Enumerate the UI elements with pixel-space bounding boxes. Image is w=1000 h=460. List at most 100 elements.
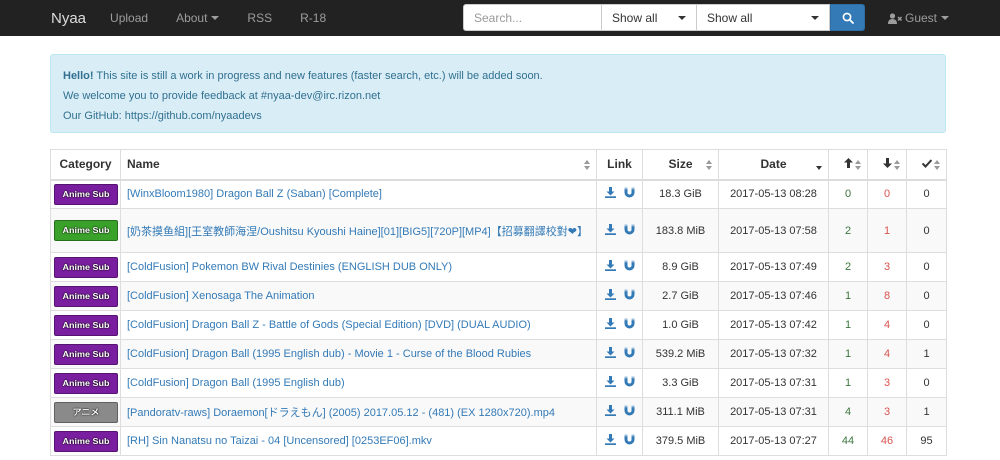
table-row: Anime Sub [ColdFusion] Dragon Ball (1995 … <box>50 339 947 369</box>
seeders-cell: 2 <box>828 208 868 253</box>
nav-about[interactable]: About <box>176 11 220 25</box>
link-cell <box>596 426 643 456</box>
name-cell: [Pandoratv-raws] Doraemon[ドラえもん] (2005) … <box>120 397 597 427</box>
torrent-link[interactable]: [WinxBloom1980] Dragon Ball Z (Saban) [C… <box>127 188 382 200</box>
completed-cell: 0 <box>906 179 947 209</box>
size-cell: 311.1 MiB <box>642 397 719 427</box>
download-icon[interactable] <box>604 187 616 201</box>
alert-line-2: We welcome you to provide feedback at #n… <box>63 90 381 102</box>
category-label: Anime Sub <box>62 377 110 388</box>
header-date[interactable]: Date <box>718 149 829 181</box>
torrent-link[interactable]: [RH] Sin Nanatsu no Taizai - 04 [Uncenso… <box>127 435 432 447</box>
header-category[interactable]: Category <box>50 149 121 181</box>
category-label: アニメ <box>72 406 100 417</box>
table-row: Anime Sub [奶茶摸鱼組][王室教師海涅/Oushitsu Kyoushi… <box>50 208 947 253</box>
completed-cell: 0 <box>906 368 947 398</box>
magnet-icon[interactable] <box>624 434 635 448</box>
nav-rss[interactable]: RSS <box>247 11 272 25</box>
date-cell: 2017-05-13 07:49 <box>718 252 829 282</box>
magnet-icon[interactable] <box>624 405 635 419</box>
chevron-down-icon <box>941 16 950 20</box>
header-seeders[interactable] <box>828 149 868 181</box>
completed-cell: 0 <box>906 310 947 340</box>
torrent-link[interactable]: [ColdFusion] Dragon Ball (1995 English d… <box>127 377 345 389</box>
completed-cell: 0 <box>906 252 947 282</box>
category-badge[interactable]: Anime Sub <box>54 343 118 365</box>
magnet-icon[interactable] <box>624 289 635 303</box>
category-badge[interactable]: Anime Sub <box>54 430 118 452</box>
leechers-cell: 4 <box>867 339 907 369</box>
header-link: Link <box>596 149 643 181</box>
filter-select-value: Show all <box>612 10 658 25</box>
download-icon[interactable] <box>604 260 616 274</box>
torrent-link[interactable]: [Pandoratv-raws] Doraemon[ドラえもん] (2005) … <box>127 407 555 419</box>
category-label: Anime Sub <box>62 348 110 359</box>
category-select[interactable]: Show all <box>697 4 830 31</box>
table-row: Anime Sub [RH] Sin Nanatsu no Taizai - 04… <box>50 426 947 456</box>
download-icon[interactable] <box>604 434 616 448</box>
download-icon[interactable] <box>604 318 616 332</box>
seeders-cell: 44 <box>828 426 868 456</box>
magnet-icon[interactable] <box>624 187 635 201</box>
magnet-icon[interactable] <box>624 376 635 390</box>
magnet-icon[interactable] <box>624 347 635 361</box>
download-icon[interactable] <box>604 223 616 238</box>
nav-r18[interactable]: R-18 <box>300 11 326 25</box>
download-icon[interactable] <box>604 347 616 361</box>
header-name-label: Name <box>127 157 160 172</box>
search-input[interactable] <box>463 4 602 31</box>
category-cell: Anime Sub <box>50 281 121 311</box>
magnet-icon[interactable] <box>624 318 635 332</box>
magnet-icon[interactable] <box>624 260 635 274</box>
torrent-table-wrapper: Category Name Link Size Date Anime Sub [W… <box>50 149 947 456</box>
download-icon[interactable] <box>604 376 616 390</box>
torrent-link[interactable]: [ColdFusion] Dragon Ball (1995 English d… <box>127 348 531 360</box>
header-size[interactable]: Size <box>642 149 719 181</box>
header-leechers[interactable] <box>867 149 907 181</box>
size-cell: 1.0 GiB <box>642 310 719 340</box>
table-row: Anime Sub [ColdFusion] Dragon Ball Z - Ba… <box>50 310 947 340</box>
magnet-icon[interactable] <box>624 224 635 238</box>
table-row: Anime Sub [ColdFusion] Xenosaga The Anima… <box>50 281 947 311</box>
category-badge[interactable]: Anime Sub <box>54 256 118 278</box>
category-badge[interactable]: Anime Sub <box>54 183 118 205</box>
torrent-link[interactable]: [奶茶摸鱼組][王室教師海涅/Oushitsu Kyoushi Haine][0… <box>127 226 588 238</box>
category-badge[interactable]: アニメ <box>54 401 118 423</box>
name-cell: [RH] Sin Nanatsu no Taizai - 04 [Uncenso… <box>120 426 597 456</box>
header-completed[interactable] <box>906 149 947 181</box>
brand-logo[interactable]: Nyaa <box>51 10 86 27</box>
date-cell: 2017-05-13 07:27 <box>718 426 829 456</box>
link-cell <box>596 281 643 311</box>
category-badge[interactable]: Anime Sub <box>54 314 118 336</box>
link-cell <box>596 339 643 369</box>
download-icon[interactable] <box>604 289 616 303</box>
name-cell: [ColdFusion] Pokemon BW Rival Destinies … <box>120 252 597 282</box>
nav-upload[interactable]: Upload <box>110 11 148 25</box>
user-menu[interactable]: Guest <box>888 0 950 36</box>
date-cell: 2017-05-13 07:31 <box>718 397 829 427</box>
torrent-link[interactable]: [ColdFusion] Dragon Ball Z - Battle of G… <box>127 319 531 331</box>
filter-select[interactable]: Show all <box>602 4 697 31</box>
category-badge[interactable]: Anime Sub <box>54 285 118 307</box>
search-button[interactable] <box>830 4 865 31</box>
category-cell: Anime Sub <box>50 208 121 253</box>
download-icon[interactable] <box>604 405 616 419</box>
leechers-cell: 0 <box>867 179 907 209</box>
link-cell <box>596 208 643 253</box>
leechers-cell: 46 <box>867 426 907 456</box>
table-body: Anime Sub [WinxBloom1980] Dragon Ball Z (… <box>50 179 947 456</box>
seeders-cell: 1 <box>828 281 868 311</box>
torrent-link[interactable]: [ColdFusion] Pokemon BW Rival Destinies … <box>127 261 452 273</box>
torrent-link[interactable]: [ColdFusion] Xenosaga The Animation <box>127 290 315 302</box>
category-badge[interactable]: Anime Sub <box>54 372 118 394</box>
category-cell: Anime Sub <box>50 368 121 398</box>
size-cell: 18.3 GiB <box>642 179 719 209</box>
category-badge[interactable]: Anime Sub <box>54 220 118 241</box>
category-cell: Anime Sub <box>50 339 121 369</box>
link-cell <box>596 252 643 282</box>
header-name[interactable]: Name <box>120 149 597 181</box>
chevron-down-icon <box>811 15 819 20</box>
chevron-down-icon <box>678 15 686 20</box>
date-cell: 2017-05-13 07:31 <box>718 368 829 398</box>
category-cell: Anime Sub <box>50 310 121 340</box>
